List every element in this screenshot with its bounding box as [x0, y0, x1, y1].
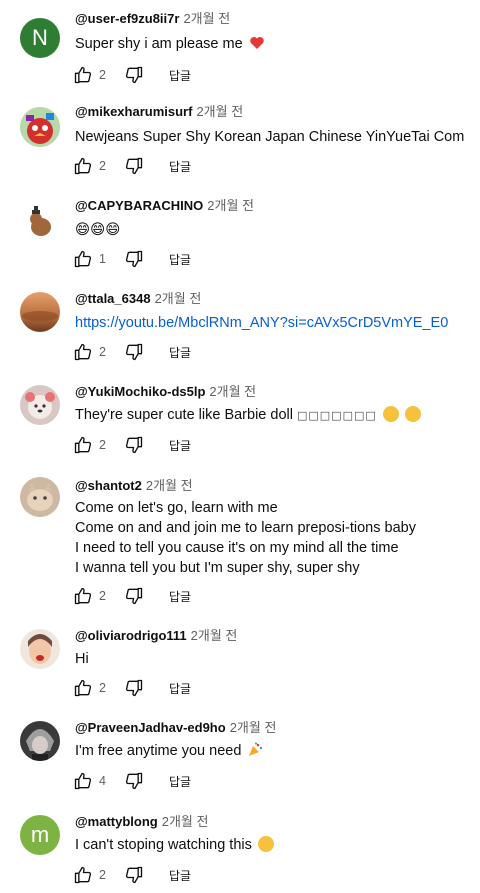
comment-meta: @user-ef9zu8ii7r 2개월 전	[75, 10, 230, 28]
avatar-letter: m	[30, 822, 50, 847]
avatar[interactable]	[20, 107, 60, 147]
comment-text: Super shy i am please me	[75, 34, 265, 54]
dislike-icon[interactable]	[123, 677, 145, 699]
comment-text: Hi	[75, 651, 89, 667]
comment-author[interactable]: @PraveenJadhav-ed9ho	[75, 720, 226, 735]
comment-time[interactable]: 2개월 전	[155, 291, 202, 306]
comment-text: I'm free anytime you need	[75, 741, 263, 761]
dislike-icon[interactable]	[123, 434, 145, 456]
avatar-letter: N	[32, 25, 48, 50]
comment-author[interactable]: @shantot2	[75, 478, 142, 493]
comment-text: https://youtu.be/MbclRNm_ANY?si=cAVx5CrD…	[75, 313, 448, 333]
like-count: 2	[99, 345, 106, 359]
comment-meta: @oliviarodrigo111 2개월 전	[75, 627, 237, 645]
comment-actions: 2 답글	[72, 434, 191, 456]
comment-time[interactable]: 2개월 전	[183, 11, 230, 26]
comment-meta: @PraveenJadhav-ed9ho 2개월 전	[75, 719, 276, 737]
comment-meta: @mattyblong 2개월 전	[75, 813, 208, 831]
like-icon[interactable]	[72, 155, 94, 177]
like-count: 1	[99, 252, 106, 266]
heart-eyes-emoji	[404, 406, 421, 422]
avatar[interactable]	[20, 385, 60, 425]
dislike-icon[interactable]	[123, 770, 145, 792]
comment-time[interactable]: 2개월 전	[162, 814, 209, 829]
reply-button[interactable]: 답글	[169, 437, 191, 454]
like-icon[interactable]	[72, 248, 94, 270]
reply-button[interactable]: 답글	[169, 158, 191, 175]
comment-author[interactable]: @YukiMochiko-ds5lp	[75, 384, 205, 399]
like-count: 2	[99, 438, 106, 452]
comment-actions: 2 답글	[72, 155, 191, 177]
comment-time[interactable]: 2개월 전	[209, 384, 256, 399]
like-icon[interactable]	[72, 585, 94, 607]
comment-actions: 2 답글	[72, 585, 191, 607]
comment-author[interactable]: @CAPYBARACHINO	[75, 198, 203, 213]
dislike-icon[interactable]	[123, 155, 145, 177]
like-count: 4	[99, 774, 106, 788]
comment-actions: 2 답글	[72, 677, 191, 699]
comment-meta: @shantot2 2개월 전	[75, 477, 193, 495]
comment-author[interactable]: @ttala_6348	[75, 291, 151, 306]
party-popper-emoji	[247, 742, 263, 758]
like-count: 2	[99, 589, 106, 603]
comment-author[interactable]: @mattyblong	[75, 814, 158, 829]
comment-meta: @CAPYBARACHINO 2개월 전	[75, 197, 254, 215]
avatar[interactable]	[20, 477, 60, 517]
comment-text: I can't stoping watching this	[75, 835, 274, 855]
comment-actions: 2 답글	[72, 864, 191, 886]
comment-actions: 1 답글	[72, 248, 191, 270]
comment-time[interactable]: 2개월 전	[230, 720, 277, 735]
reply-button[interactable]: 답글	[169, 867, 191, 884]
comment-actions: 2 답글	[72, 341, 191, 363]
avatar[interactable]: N	[20, 18, 60, 58]
comment-meta: @ttala_6348 2개월 전	[75, 290, 201, 308]
comment-text: Come on let's go, learn with me Come on …	[75, 500, 416, 576]
unrendered-glyphs: □□□□□□□	[297, 409, 377, 422]
comment-time[interactable]: 2개월 전	[207, 198, 254, 213]
like-icon[interactable]	[72, 677, 94, 699]
reply-button[interactable]: 답글	[169, 680, 191, 697]
like-count: 2	[99, 868, 106, 882]
reply-button[interactable]: 답글	[169, 588, 191, 605]
laughing-emoji	[257, 836, 274, 852]
avatar[interactable]: m	[20, 815, 60, 855]
like-icon[interactable]	[72, 864, 94, 886]
comment-actions: 4 답글	[72, 770, 191, 792]
like-icon[interactable]	[72, 341, 94, 363]
comment-meta: @mikexharumisurf 2개월 전	[75, 103, 243, 121]
reply-button[interactable]: 답글	[169, 67, 191, 84]
dislike-icon[interactable]	[123, 585, 145, 607]
like-icon[interactable]	[72, 64, 94, 86]
comment-actions: 2 답글	[72, 64, 191, 86]
like-count: 2	[99, 159, 106, 173]
reply-button[interactable]: 답글	[169, 251, 191, 268]
heart-emoji	[249, 35, 265, 51]
reply-button[interactable]: 답글	[169, 773, 191, 790]
comment-meta: @YukiMochiko-ds5lp 2개월 전	[75, 383, 256, 401]
reply-button[interactable]: 답글	[169, 344, 191, 361]
like-count: 2	[99, 681, 106, 695]
avatar[interactable]	[20, 721, 60, 761]
comment-time[interactable]: 2개월 전	[191, 628, 238, 643]
dislike-icon[interactable]	[123, 248, 145, 270]
comment-time[interactable]: 2개월 전	[196, 104, 243, 119]
comment-author[interactable]: @oliviarodrigo111	[75, 628, 187, 643]
comment-author[interactable]: @mikexharumisurf	[75, 104, 192, 119]
avatar[interactable]	[20, 629, 60, 669]
like-icon[interactable]	[72, 434, 94, 456]
avatar[interactable]	[20, 292, 60, 332]
comment-text: Newjeans Super Shy Korean Japan Chinese …	[75, 129, 465, 145]
like-count: 2	[99, 68, 106, 82]
avatar[interactable]	[20, 201, 60, 241]
comment-text: They're super cute like Barbie doll □□□□…	[75, 405, 421, 426]
dislike-icon[interactable]	[123, 64, 145, 86]
dislike-icon[interactable]	[123, 864, 145, 886]
like-icon[interactable]	[72, 770, 94, 792]
dislike-icon[interactable]	[123, 341, 145, 363]
comment-text: 😄😄😄	[75, 222, 121, 238]
comment-author[interactable]: @user-ef9zu8ii7r	[75, 11, 179, 26]
flushed-face-emoji	[382, 406, 399, 422]
comment-time[interactable]: 2개월 전	[146, 478, 193, 493]
comment-link[interactable]: https://youtu.be/MbclRNm_ANY?si=cAVx5CrD…	[75, 315, 448, 331]
